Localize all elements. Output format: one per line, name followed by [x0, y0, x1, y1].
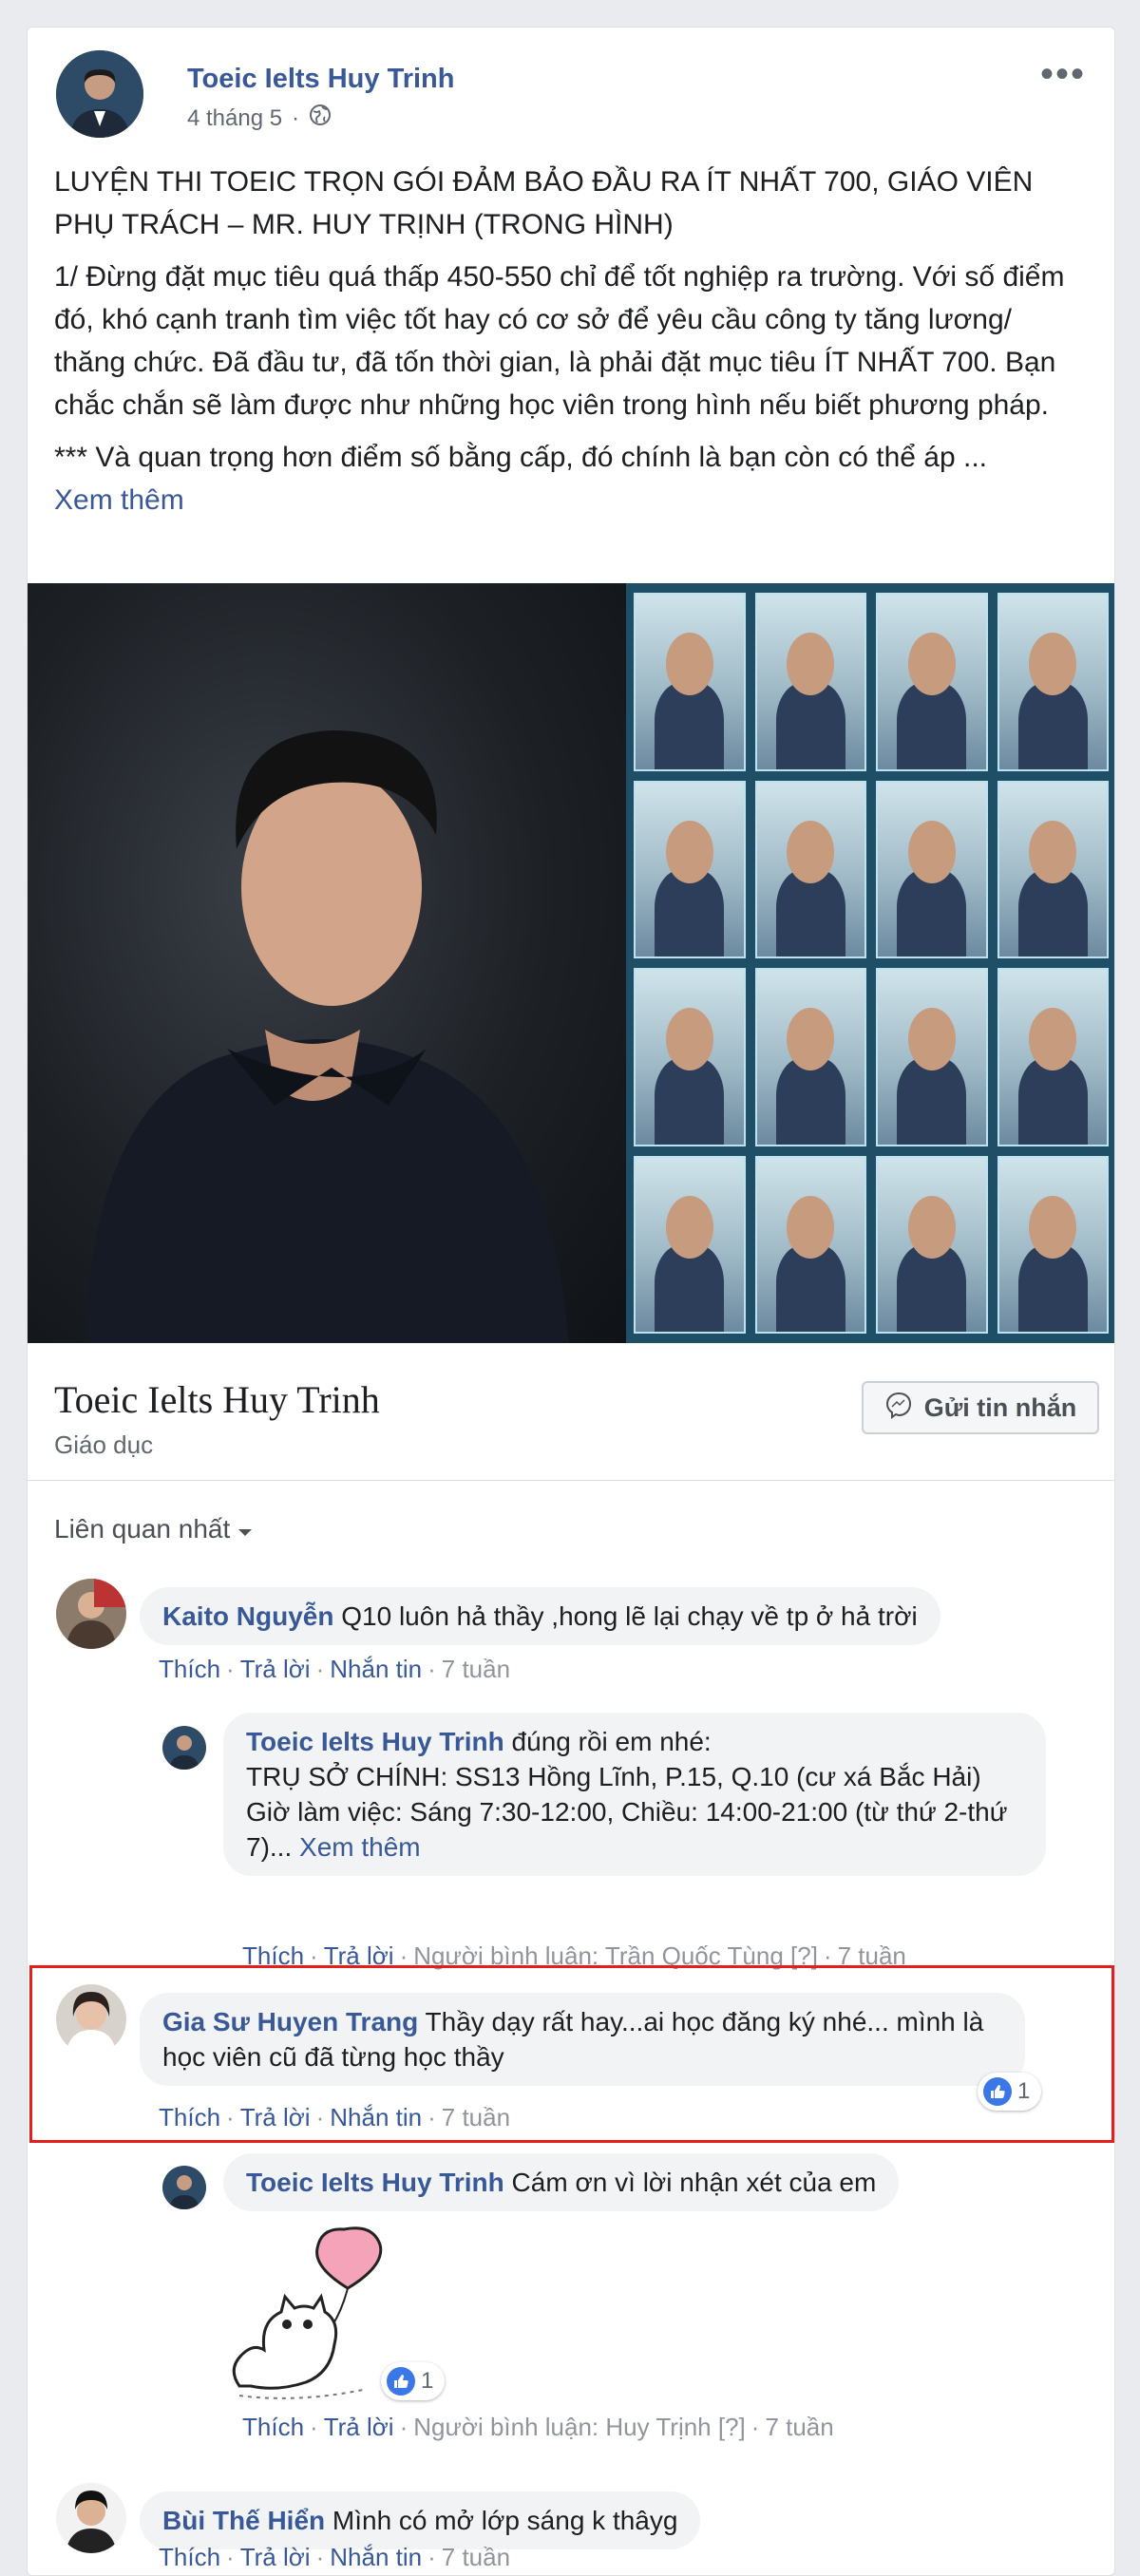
page-title[interactable]: Toeic Ielts Huy Trinh	[54, 1377, 380, 1422]
comment-bubble: Bùi Thế Hiển Mình có mở lớp sáng k thâyg	[140, 2491, 701, 2549]
like-icon	[983, 2077, 1012, 2106]
comment-text: Q10 luôn hả thầy ,hong lẽ lại chạy về tp…	[341, 1601, 918, 1631]
comment-time[interactable]: 7 tuần	[442, 2103, 510, 2131]
sort-label: Liên quan nhất	[54, 1514, 231, 1544]
message-action[interactable]: Nhắn tin	[330, 2543, 422, 2571]
comment-author[interactable]: Toeic Ielts Huy Trinh	[246, 2168, 504, 2197]
comment-author[interactable]: Bùi Thế Hiển	[162, 2506, 325, 2535]
post-meta: 4 tháng 5 ·	[187, 104, 332, 133]
comment-author[interactable]: Gia Sư Huyen Trang	[162, 2007, 418, 2036]
comment-actions: Thích · Trả lời · Nhắn tin · 7 tuần	[159, 1655, 511, 1683]
messenger-icon	[884, 1391, 913, 1426]
comment-actions: Thích · Trả lời · Người bình luận: Huy Trịnh…	[242, 2413, 834, 2441]
comment-text: Mình có mở lớp sáng k thâyg	[332, 2506, 678, 2535]
comment-author[interactable]: Toeic Ielts Huy Trinh	[246, 1727, 504, 1756]
page-attachment-box: Toeic Ielts Huy Trinh Giáo dục Gửi tin n…	[28, 1343, 1114, 1481]
like-action[interactable]: Thích	[159, 1655, 220, 1683]
teacher-portrait	[28, 583, 626, 1343]
post-paragraph-1: 1/ Đừng đặt mục tiêu quá thấp 450-550 ch…	[54, 261, 1065, 421]
comment-bubble: Kaito Nguyễn Q10 luôn hả thầy ,hong lẽ l…	[140, 1587, 940, 1645]
reply-bubble: Toeic Ielts Huy Trinh Cám ơn vì lời nhận…	[223, 2153, 900, 2211]
send-message-button[interactable]: Gửi tin nhắn	[862, 1381, 1099, 1434]
comment-text: Cám ơn vì lời nhận xét của em	[511, 2168, 877, 2197]
reaction-count: 1	[421, 2368, 434, 2394]
reply-action[interactable]: Trả lời	[240, 1655, 311, 1683]
post-headline: LUYỆN THI TOEIC TRỌN GÓI ĐẢM BẢO ĐẦU RA …	[54, 166, 1034, 240]
comment-bubble: Gia Sư Huyen Trang Thầy dạy rất hay...ai…	[140, 1993, 1025, 2086]
reaction-count-badge[interactable]: 1	[381, 2362, 446, 2400]
reply-action[interactable]: Trả lời	[240, 2103, 311, 2131]
comment-actions: Thích · Trả lời · Nhắn tin · 7 tuần	[159, 2103, 511, 2131]
message-action[interactable]: Nhắn tin	[330, 1655, 422, 1683]
comment-time[interactable]: 7 tuần	[442, 2543, 510, 2571]
commenter-avatar[interactable]	[56, 1579, 126, 1649]
more-options-icon[interactable]: •••	[1040, 55, 1086, 93]
message-action[interactable]: Nhắn tin	[330, 2103, 422, 2131]
post-date[interactable]: 4 tháng 5	[187, 105, 282, 132]
comment-actions: Thích · Trả lời · Nhắn tin · 7 tuần	[159, 2543, 511, 2571]
see-more-link[interactable]: Xem thêm	[299, 1832, 421, 1862]
globe-icon	[309, 104, 332, 133]
commenter-attribution[interactable]: Người bình luận: Huy Trịnh [?]	[413, 2413, 746, 2441]
send-message-label: Gửi tin nhắn	[923, 1392, 1077, 1422]
commenter-avatar[interactable]	[56, 1984, 126, 2055]
comment-author[interactable]: Kaito Nguyễn	[162, 1601, 333, 1631]
reply-bubble: Toeic Ielts Huy Trinh đúng rồi em nhé: T…	[223, 1713, 1046, 1876]
page-avatar-small[interactable]	[162, 1726, 206, 1770]
students-photo-grid	[626, 583, 1114, 1343]
like-action[interactable]: Thích	[159, 2103, 220, 2131]
reply-action[interactable]: Trả lời	[240, 2543, 311, 2571]
post-card: Toeic Ielts Huy Trinh 4 tháng 5 · ••• LU…	[27, 27, 1115, 2576]
commenter-avatar[interactable]	[56, 2483, 126, 2553]
reply-action[interactable]: Trả lời	[324, 2413, 394, 2441]
page-avatar[interactable]	[56, 50, 143, 138]
post-paragraph-2: *** Và quan trọng hơn điểm số bằng cấp, …	[54, 442, 988, 473]
page-category: Giáo dục	[54, 1430, 154, 1459]
comment-text: đúng rồi em nhé:	[511, 1727, 712, 1756]
comment-text-line2: TRỤ SỞ CHÍNH: SS13 Hồng Lĩnh, P.15, Q.10…	[246, 1762, 981, 1791]
comment-sort-dropdown[interactable]: Liên quan nhất	[54, 1514, 253, 1544]
post-author-name[interactable]: Toeic Ielts Huy Trinh	[187, 64, 454, 95]
post-body: LUYỆN THI TOEIC TRỌN GÓI ĐẢM BẢO ĐẦU RA …	[54, 161, 1086, 521]
reaction-count: 1	[1017, 2078, 1031, 2104]
like-action[interactable]: Thích	[242, 2413, 304, 2441]
post-header: Toeic Ielts Huy Trinh 4 tháng 5 · •••	[56, 50, 1086, 145]
like-icon	[387, 2367, 415, 2396]
comment-time[interactable]: 7 tuần	[765, 2413, 833, 2441]
like-action[interactable]: Thích	[159, 2543, 220, 2571]
post-image[interactable]	[28, 583, 1114, 1343]
comment-time[interactable]: 7 tuần	[442, 1655, 510, 1683]
page-avatar-small[interactable]	[162, 2166, 206, 2209]
caret-down-icon	[238, 1514, 253, 1544]
reaction-count-badge[interactable]: 1	[978, 2073, 1042, 2111]
see-more-link[interactable]: Xem thêm	[54, 479, 1086, 521]
